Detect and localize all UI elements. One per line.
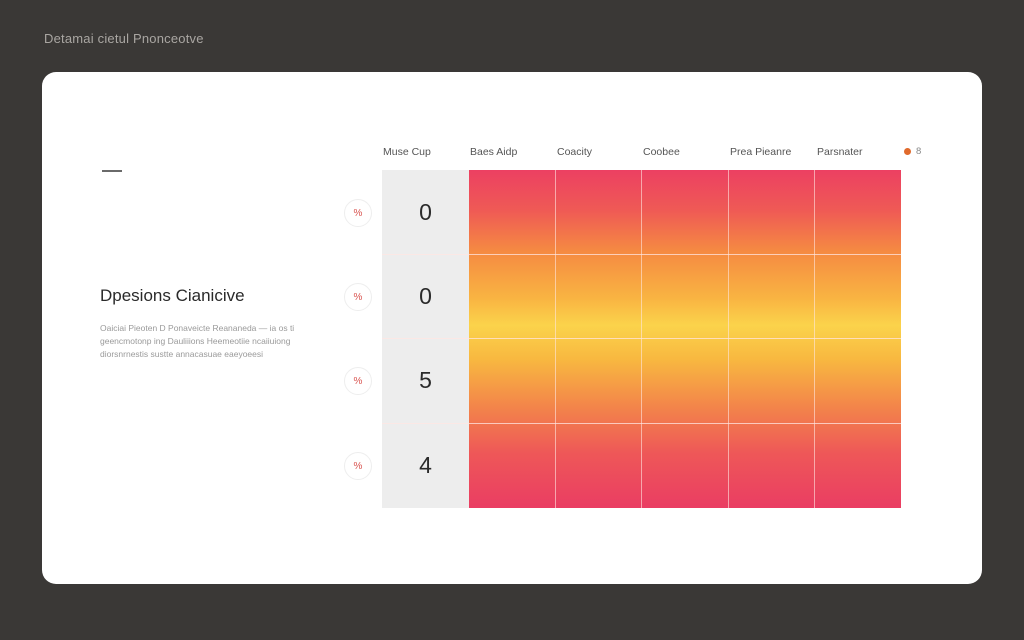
- grid-line: [814, 170, 815, 508]
- row-value-2: 0: [419, 282, 432, 309]
- column-header-6[interactable]: Parsnater: [817, 146, 863, 158]
- side-title: Dpesions Cianicive: [100, 286, 245, 305]
- column-header-3[interactable]: Coacity: [557, 146, 592, 158]
- row-marker-3[interactable]: %: [344, 367, 372, 395]
- row-value-1: 0: [419, 198, 432, 225]
- heatmap-grid: [382, 170, 901, 508]
- column-header-2[interactable]: Baes Aidp: [470, 146, 517, 158]
- side-description: Oaiciai Pieoten D Ponaveicte Reananeda —…: [100, 323, 295, 359]
- collapse-dash-icon[interactable]: [102, 170, 122, 172]
- window-title: Detamai cietul Pnonceotve: [44, 31, 204, 46]
- row-value-4: 4: [419, 451, 432, 478]
- row-marker-2[interactable]: %: [344, 283, 372, 311]
- row-marker-4[interactable]: %: [344, 452, 372, 480]
- grid-line: [382, 423, 901, 424]
- legend-label: 8: [916, 146, 922, 157]
- column-header-5[interactable]: Prea Pieanre: [730, 146, 791, 158]
- row-value-3: 5: [419, 366, 432, 393]
- grid-line: [641, 170, 642, 508]
- main-card: Dpesions Cianicive Oaiciai Pieoten D Pon…: [42, 72, 982, 584]
- legend-dot-icon: [904, 148, 911, 155]
- column-header-4[interactable]: Coobee: [643, 146, 680, 158]
- grid-line: [382, 254, 901, 255]
- column-header-1[interactable]: Muse Cup: [383, 146, 431, 158]
- grid-line: [728, 170, 729, 508]
- grid-line: [555, 170, 556, 508]
- row-marker-1[interactable]: %: [344, 199, 372, 227]
- legend[interactable]: 8: [904, 146, 921, 157]
- grid-line: [382, 338, 901, 339]
